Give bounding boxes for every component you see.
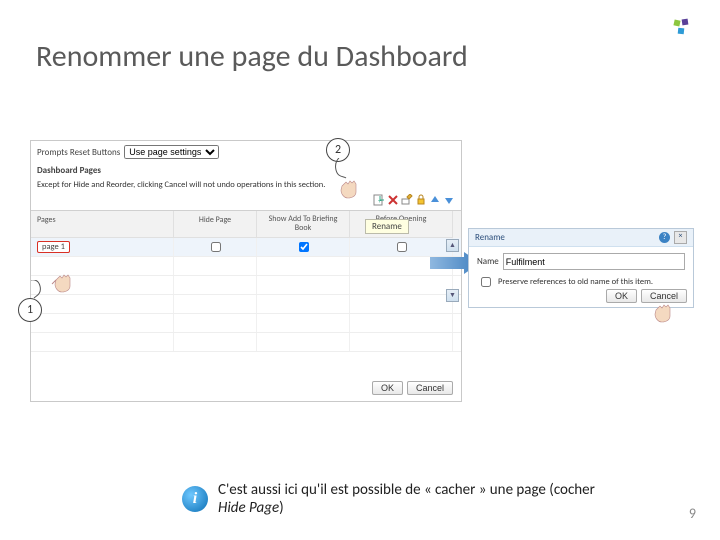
rename-ok-button[interactable]: OK bbox=[606, 289, 637, 303]
rename-tooltip: Rename bbox=[365, 219, 409, 234]
pointer-hand-icon bbox=[648, 296, 678, 326]
page-number: 9 bbox=[689, 505, 696, 522]
callout-1: 1 bbox=[18, 282, 44, 322]
slide-title: Renommer une page du Dashboard bbox=[36, 38, 468, 75]
prompts-reset-label: Prompts Reset Buttons bbox=[37, 147, 120, 158]
col-header-briefing-book: Show Add To Briefing Book bbox=[257, 211, 350, 238]
add-page-icon[interactable]: + bbox=[373, 194, 385, 206]
page-name-cell[interactable]: page 1 bbox=[37, 241, 70, 253]
table-row bbox=[31, 276, 461, 295]
close-icon[interactable]: × bbox=[674, 231, 687, 244]
pointer-hand-icon bbox=[334, 172, 364, 202]
name-input[interactable] bbox=[503, 253, 685, 270]
help-icon[interactable]: ? bbox=[659, 232, 670, 243]
info-icon: i bbox=[182, 486, 208, 512]
rename-page-icon[interactable] bbox=[401, 194, 413, 206]
dashboard-properties-panel: Prompts Reset Buttons Use page settings … bbox=[30, 140, 462, 402]
move-down-icon[interactable] bbox=[443, 194, 455, 206]
preserve-refs-label: Preserve references to old name of this … bbox=[498, 277, 653, 287]
ok-button[interactable]: OK bbox=[372, 381, 403, 395]
name-label: Name bbox=[477, 256, 499, 267]
brand-logo bbox=[672, 18, 692, 38]
dashboard-pages-heading: Dashboard Pages bbox=[31, 163, 461, 178]
move-up-icon[interactable] bbox=[429, 194, 441, 206]
hide-page-checkbox[interactable] bbox=[211, 242, 221, 252]
table-row bbox=[31, 333, 461, 352]
scroll-up-icon[interactable]: ▲ bbox=[446, 239, 459, 252]
briefing-book-checkbox[interactable] bbox=[299, 242, 309, 252]
table-row bbox=[31, 295, 461, 314]
col-header-hide: Hide Page bbox=[174, 211, 257, 238]
prompts-reset-select[interactable]: Use page settings bbox=[124, 145, 219, 159]
dashboard-pages-note: Except for Hide and Reorder, clicking Ca… bbox=[31, 178, 461, 192]
permissions-icon[interactable] bbox=[415, 194, 427, 206]
delete-page-icon[interactable] bbox=[387, 194, 399, 206]
cancel-button[interactable]: Cancel bbox=[407, 381, 453, 395]
col-header-pages: Pages bbox=[31, 211, 174, 238]
before-open-checkbox[interactable] bbox=[397, 242, 407, 252]
table-row bbox=[31, 314, 461, 333]
scroll-down-icon[interactable]: ▼ bbox=[446, 289, 459, 302]
pages-toolbar: + bbox=[31, 192, 461, 208]
preserve-refs-checkbox[interactable] bbox=[481, 277, 491, 287]
table-row[interactable]: page 1 bbox=[31, 238, 461, 257]
pointer-hand-icon bbox=[48, 266, 78, 296]
tip-note: i C'est aussi ici qu'il est possible de … bbox=[182, 481, 602, 519]
rename-dialog-title: Rename bbox=[475, 232, 505, 243]
table-row bbox=[31, 257, 461, 276]
svg-text:+: + bbox=[378, 196, 382, 205]
tip-text: C'est aussi ici qu'il est possible de « … bbox=[218, 481, 602, 519]
